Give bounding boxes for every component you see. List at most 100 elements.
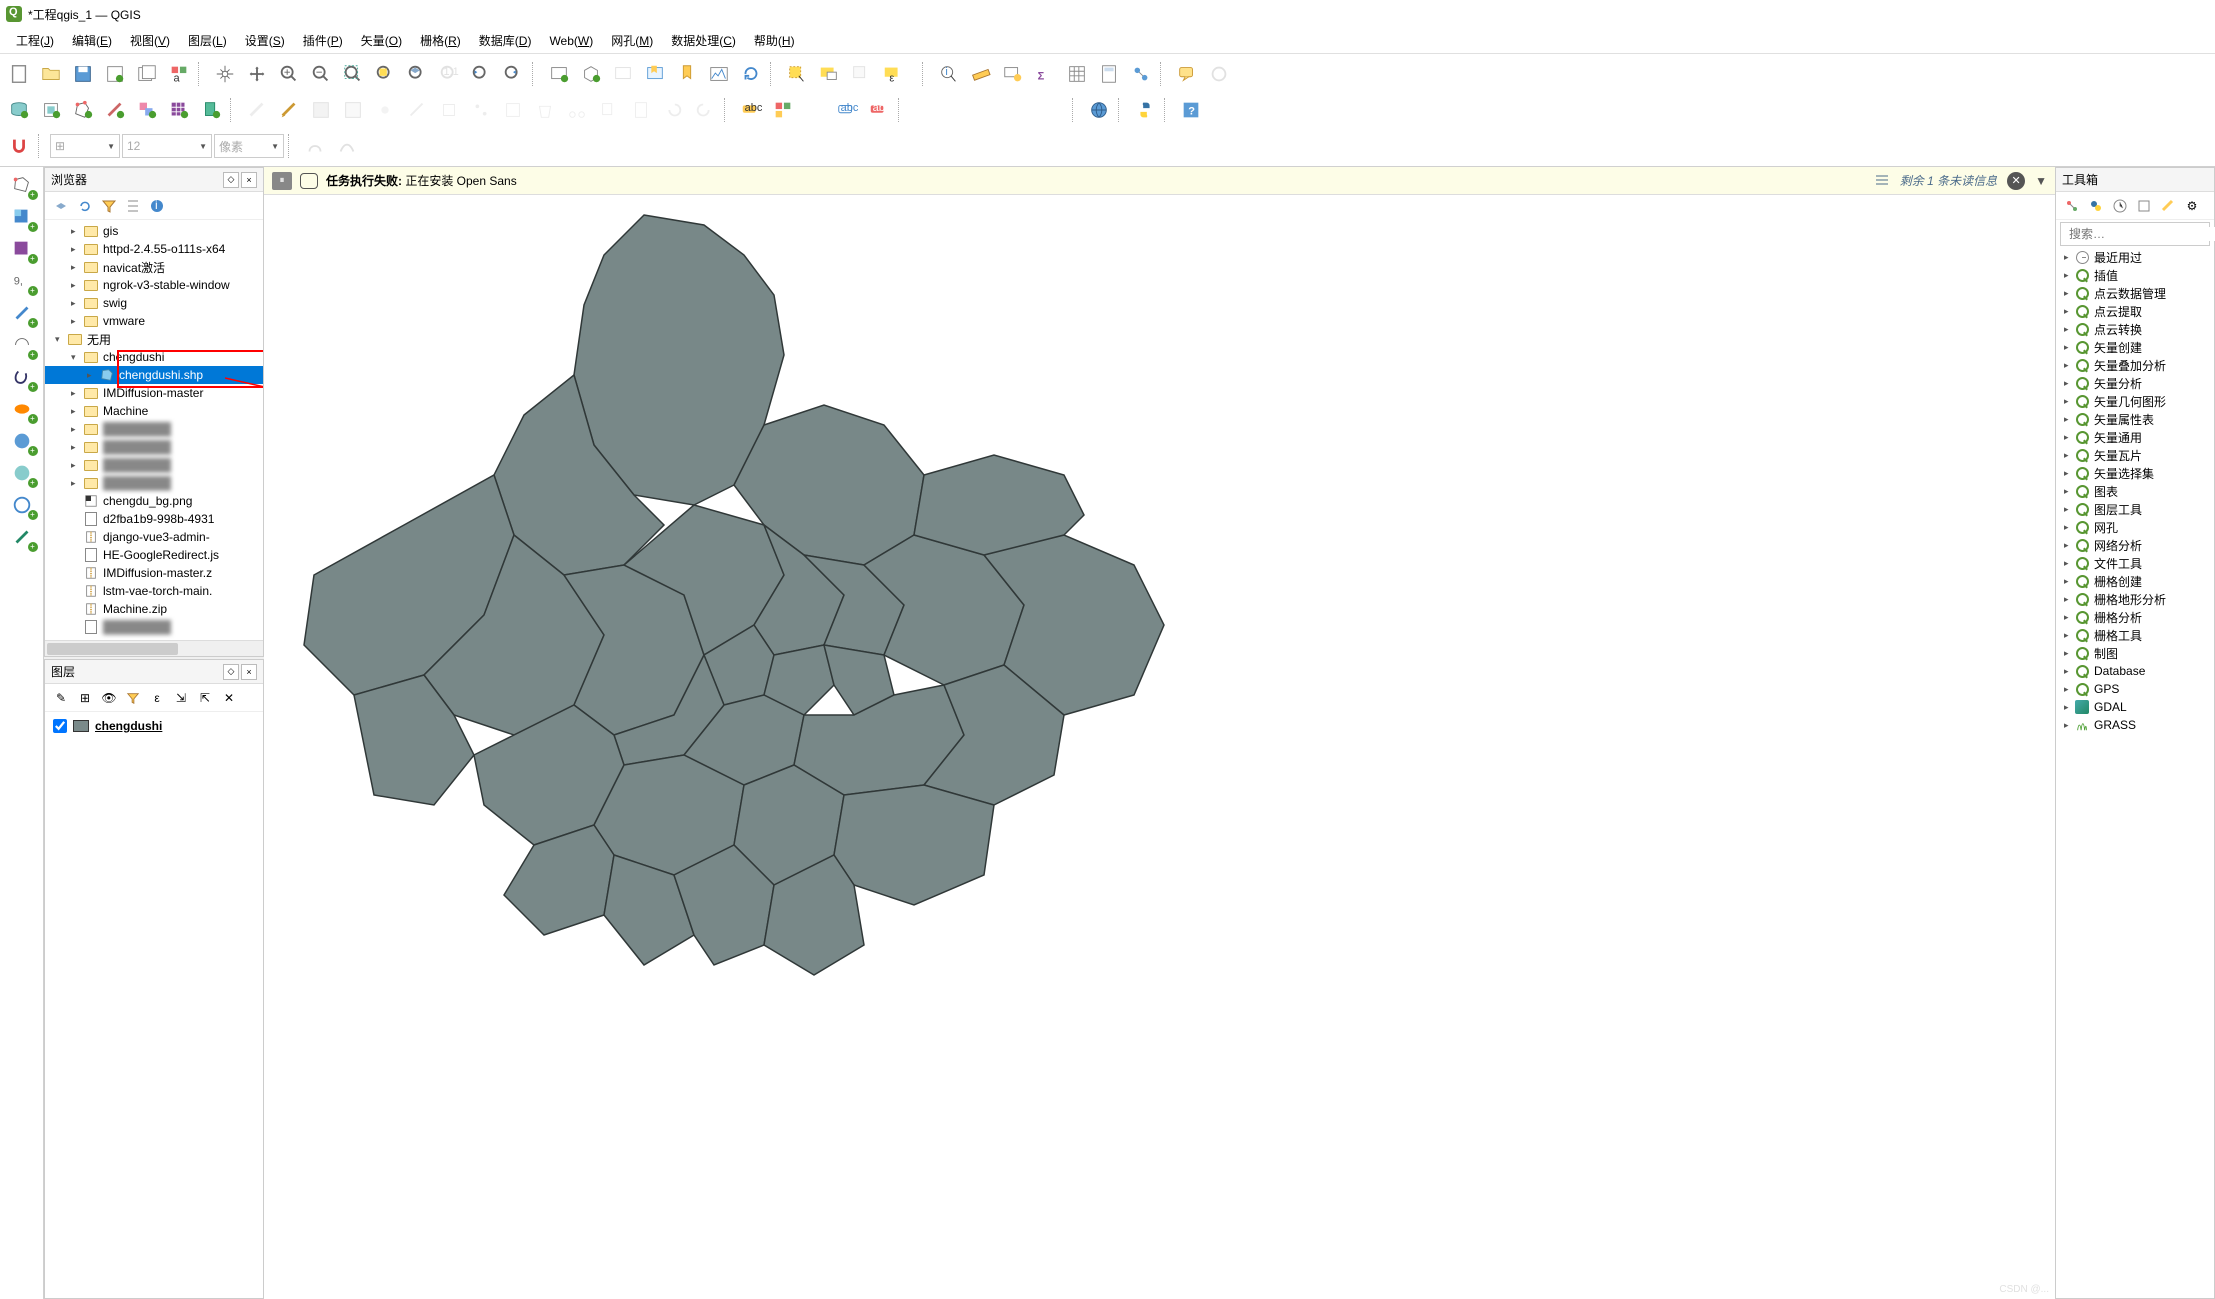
toolbox-item-矢量瓦片[interactable]: ▸矢量瓦片: [2056, 446, 2214, 464]
measure-button[interactable]: [966, 59, 996, 89]
browser-item-navicat激活[interactable]: ▸navicat激活: [45, 258, 263, 276]
snapping-tolerance-combo[interactable]: 12▼: [122, 134, 212, 158]
add-raster-layer-button[interactable]: +: [7, 203, 37, 231]
menu-数据库[interactable]: 数据库(D): [471, 29, 540, 52]
data-source-manager-button[interactable]: [4, 95, 34, 125]
layers-filter-button[interactable]: [123, 688, 143, 708]
browser-close-button[interactable]: ×: [241, 172, 257, 188]
layers-add-group-button[interactable]: ⊞: [75, 688, 95, 708]
menu-视图[interactable]: 视图(V): [122, 29, 178, 52]
menu-网孔[interactable]: 网孔(M): [603, 29, 661, 52]
browser-item-22[interactable]: ████████: [45, 618, 263, 636]
zoom-last-button[interactable]: [466, 59, 496, 89]
browser-collapse-button[interactable]: [123, 196, 143, 216]
browser-undock-button[interactable]: ◇: [223, 172, 239, 188]
toolbox-options-button[interactable]: ⚙: [2182, 196, 2202, 216]
message-list-icon[interactable]: [1874, 173, 1890, 189]
toolbox-item-栅格地形分析[interactable]: ▸栅格地形分析: [2056, 590, 2214, 608]
style-manager-button[interactable]: a: [164, 59, 194, 89]
toolbox-item-栅格工具[interactable]: ▸栅格工具: [2056, 626, 2214, 644]
layers-expand-button[interactable]: ⇲: [171, 688, 191, 708]
select-rect-button[interactable]: [782, 59, 812, 89]
toolbox-python-button[interactable]: [2086, 196, 2106, 216]
layers-list[interactable]: chengdushi: [45, 712, 263, 1298]
select-expression-button[interactable]: ε: [878, 59, 908, 89]
layer-visibility-checkbox[interactable]: [53, 719, 67, 733]
browser-item-chengdushi.shp[interactable]: ▸chengdushi.shp: [45, 366, 263, 384]
elevation-profile-button[interactable]: [704, 59, 734, 89]
message-close-button[interactable]: ✕: [2007, 172, 2025, 190]
browser-item-chengdu_bg.png[interactable]: chengdu_bg.png: [45, 492, 263, 510]
new-virtual-layer-button[interactable]: [132, 95, 162, 125]
new-gps-layer-button[interactable]: [196, 95, 226, 125]
toolbox-item-矢量属性表[interactable]: ▸矢量属性表: [2056, 410, 2214, 428]
zoom-selection-button[interactable]: [370, 59, 400, 89]
browser-item-chengdushi[interactable]: ▾chengdushi: [45, 348, 263, 366]
browser-item-lstm-vae-torch-main.[interactable]: lstm-vae-torch-main.: [45, 582, 263, 600]
python-console-button[interactable]: [1130, 95, 1160, 125]
toolbox-item-GRASS[interactable]: ▸GRASS: [2056, 716, 2214, 734]
menu-工程[interactable]: 工程(J): [8, 29, 62, 52]
zoom-next-button[interactable]: [498, 59, 528, 89]
layers-close-button[interactable]: ×: [241, 664, 257, 680]
menu-编辑[interactable]: 编辑(E): [64, 29, 120, 52]
browser-item-gis[interactable]: ▸gis: [45, 222, 263, 240]
deselect-all-button[interactable]: [846, 59, 876, 89]
menu-帮助[interactable]: 帮助(H): [746, 29, 803, 52]
browser-item-ngrok-v3-stable-window[interactable]: ▸ngrok-v3-stable-window: [45, 276, 263, 294]
browser-item-Machine[interactable]: ▸Machine: [45, 402, 263, 420]
toolbox-item-图表[interactable]: ▸图表: [2056, 482, 2214, 500]
browser-tree[interactable]: ▸gis▸httpd-2.4.55-o111s-x64▸navicat激活▸ng…: [45, 220, 263, 640]
zoom-out-button[interactable]: [306, 59, 336, 89]
toolbox-search-input[interactable]: [2069, 227, 2215, 241]
toolbox-modeler-button[interactable]: [2062, 196, 2082, 216]
layer-item-chengdushi[interactable]: chengdushi: [49, 716, 259, 736]
select-value-button[interactable]: [814, 59, 844, 89]
temporal-controller-button[interactable]: [608, 59, 638, 89]
toolbox-item-点云提取[interactable]: ▸点云提取: [2056, 302, 2214, 320]
map-tips-button[interactable]: [998, 59, 1028, 89]
new-3d-view-button[interactable]: [576, 59, 606, 89]
add-wms-layer-button[interactable]: +: [7, 491, 37, 519]
toolbox-item-制图[interactable]: ▸制图: [2056, 644, 2214, 662]
toolbox-item-矢量选择集[interactable]: ▸矢量选择集: [2056, 464, 2214, 482]
label-pin-button[interactable]: abc: [832, 95, 862, 125]
browser-add-button[interactable]: [51, 196, 71, 216]
annotations-button[interactable]: [1172, 59, 1202, 89]
toolbox-item-GDAL[interactable]: ▸GDAL: [2056, 698, 2214, 716]
add-oracle-layer-button[interactable]: +: [7, 427, 37, 455]
new-print-layout-button[interactable]: [100, 59, 130, 89]
layers-remove-button[interactable]: ✕: [219, 688, 239, 708]
toolbox-item-矢量叠加分析[interactable]: ▸矢量叠加分析: [2056, 356, 2214, 374]
layers-style-button[interactable]: ✎: [51, 688, 71, 708]
add-virtual-layer-button[interactable]: +: [7, 331, 37, 359]
browser-item-HE-GoogleRedirect.js[interactable]: HE-GoogleRedirect.js: [45, 546, 263, 564]
zoom-full-button[interactable]: [338, 59, 368, 89]
toolbox-item-图层工具[interactable]: ▸图层工具: [2056, 500, 2214, 518]
statistics-button[interactable]: Σ: [1030, 59, 1060, 89]
label-rules-button[interactable]: [768, 95, 798, 125]
browser-item-11[interactable]: ▸████████: [45, 420, 263, 438]
toolbox-item-插值[interactable]: ▸插值: [2056, 266, 2214, 284]
no-action-button[interactable]: [1204, 59, 1234, 89]
browser-item-13[interactable]: ▸████████: [45, 456, 263, 474]
browser-item-IMDiffusion-master.z[interactable]: IMDiffusion-master.z: [45, 564, 263, 582]
browser-filter-button[interactable]: [99, 196, 119, 216]
refresh-button[interactable]: [736, 59, 766, 89]
toolbox-item-最近用过[interactable]: ▸最近用过: [2056, 248, 2214, 266]
toolbox-item-矢量几何图形[interactable]: ▸矢量几何图形: [2056, 392, 2214, 410]
toolbox-edit-button[interactable]: [2158, 196, 2178, 216]
message-dropdown[interactable]: ▼: [2035, 174, 2047, 188]
browser-item-14[interactable]: ▸████████: [45, 474, 263, 492]
identify-button[interactable]: i: [934, 59, 964, 89]
menu-栅格[interactable]: 栅格(R): [412, 29, 469, 52]
new-mesh-layer-button[interactable]: [164, 95, 194, 125]
browser-item-12[interactable]: ▸████████: [45, 438, 263, 456]
snapping-mode-combo[interactable]: ⊞▼: [50, 134, 120, 158]
toolbox-item-GPS[interactable]: ▸GPS: [2056, 680, 2214, 698]
add-wfs-layer-button[interactable]: +: [7, 523, 37, 551]
pan-selection-button[interactable]: [242, 59, 272, 89]
layers-expression-button[interactable]: ε: [147, 688, 167, 708]
toolbox-item-网孔[interactable]: ▸网孔: [2056, 518, 2214, 536]
toolbox-tree[interactable]: ▸最近用过▸插值▸点云数据管理▸点云提取▸点云转换▸矢量创建▸矢量叠加分析▸矢量…: [2056, 248, 2214, 1298]
